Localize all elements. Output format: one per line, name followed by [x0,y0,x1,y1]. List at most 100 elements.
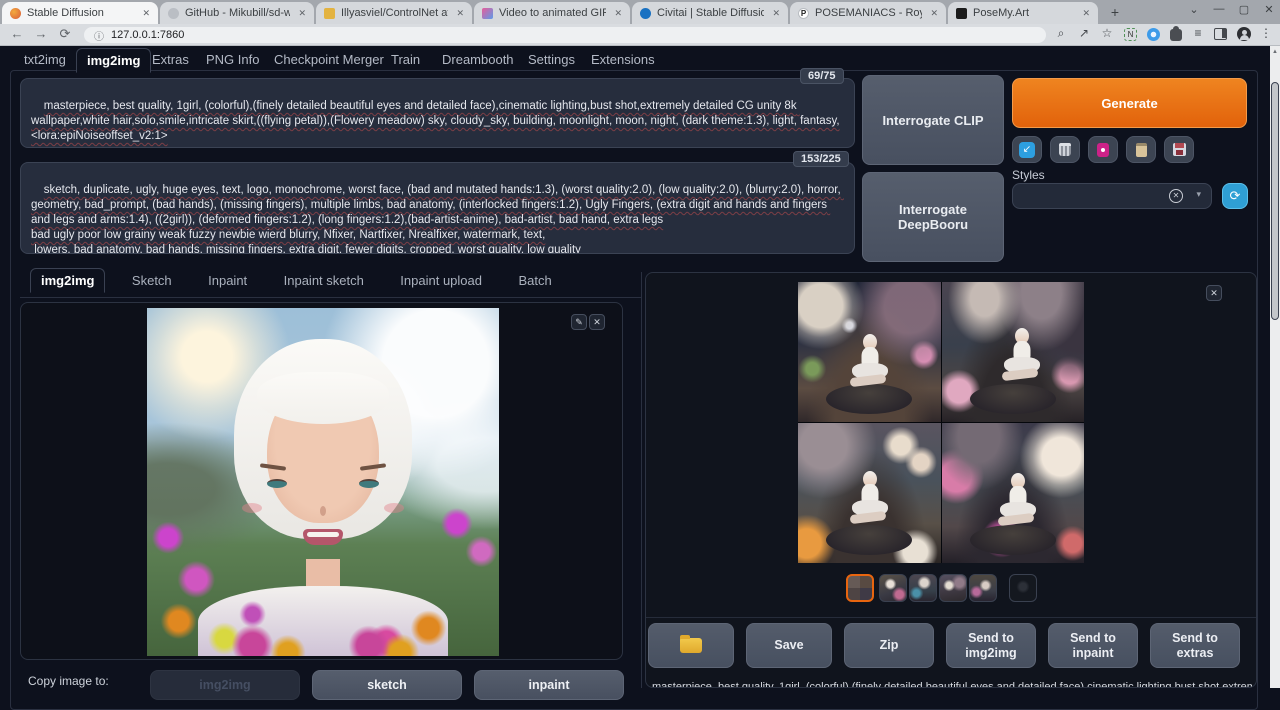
generated-image-1[interactable] [798,282,941,422]
scrollbar-up-icon[interactable]: ▲ [1270,49,1280,55]
save-style-button[interactable] [1164,136,1194,163]
gallery-thumbnail-1-selected[interactable] [846,574,874,602]
close-gallery-icon[interactable]: ✕ [1206,285,1222,301]
bookmark-star-icon[interactable]: ☆ [1098,26,1116,40]
generated-image-3[interactable] [798,423,941,563]
gallery-thumbnail-4[interactable] [939,574,967,602]
edit-image-icon[interactable]: ✎ [571,314,587,330]
negative-prompt-text: sketch, duplicate, ugly, huge eyes, text… [31,184,844,254]
browser-tab-posemaniacs[interactable]: P POSEMANIACS - Royalty free 3 ✕ [790,2,946,24]
save-button[interactable]: Save [746,623,832,668]
browser-tab-controlnet[interactable]: Illyasviel/ControlNet at main ✕ [316,2,472,24]
generated-image-4[interactable] [942,423,1085,563]
dress-flowers [147,308,499,656]
back-icon[interactable]: ← [8,26,26,41]
page-scrollbar[interactable]: ▲ [1270,46,1280,688]
subtab-img2img[interactable]: img2img [30,268,105,293]
new-tab-button[interactable]: + [1106,4,1124,22]
tab-close-icon[interactable]: ✕ [296,8,308,19]
tab-img2img[interactable]: img2img [76,48,151,73]
minimize-icon[interactable]: — [1211,3,1227,15]
scrollbar-thumb[interactable] [1271,82,1279,320]
gallery-thumbnail-2[interactable] [879,574,907,602]
browser-tab-gif-converter[interactable]: Video to animated GIF converter ✕ [474,2,630,24]
tab-dreambooth[interactable]: Dreambooth [432,48,524,71]
tab-png-info[interactable]: PNG Info [196,48,269,71]
tab-txt2img[interactable]: txt2img [14,48,76,71]
gallery-thumbnail-5[interactable] [969,574,997,602]
tab-close-icon[interactable]: ✕ [770,8,782,19]
img2img-image-editor[interactable]: ✎ ✕ [20,302,623,660]
generated-image-2[interactable] [942,282,1085,422]
rock [970,384,1056,414]
tab-settings[interactable]: Settings [518,48,585,71]
refresh-styles-button[interactable]: ⟳ [1222,183,1248,209]
clear-styles-icon[interactable]: ✕ [1169,189,1183,203]
generation-info-text: masterpiece, best quality, 1girl, (color… [652,681,1252,688]
generated-image-grid[interactable] [798,282,1084,563]
profile-avatar[interactable] [1237,27,1251,41]
send-to-inpaint-button[interactable]: Send to inpaint [1048,623,1138,668]
interrogate-deepbooru-button[interactable]: Interrogate DeepBooru [862,172,1004,262]
generate-button[interactable]: Generate [1012,78,1247,128]
tab-search-icon[interactable]: ⌄ [1186,3,1202,16]
tab-extensions[interactable]: Extensions [581,48,665,71]
tab-close-icon[interactable]: ✕ [140,8,152,19]
tab-checkpoint-merger[interactable]: Checkpoint Merger [264,48,394,71]
gallery-thumbnail-6[interactable] [1009,574,1037,602]
browser-chrome: Stable Diffusion ✕ GitHub - Mikubill/sd-… [0,0,1280,46]
reading-list-icon[interactable]: ≡ [1189,26,1207,40]
tab-title: POSEMANIACS - Royalty free 3 [815,7,922,19]
browser-tab-civitai[interactable]: Civitai | Stable Diffusion models ✕ [632,2,788,24]
reload-icon[interactable]: ⟳ [56,26,74,42]
site-info-icon[interactable]: ⓘ [94,28,104,43]
subtab-inpaint-sketch[interactable]: Inpaint sketch [274,269,374,292]
styles-dropdown[interactable]: ✕ ▾ [1012,183,1212,209]
tab-close-icon[interactable]: ✕ [928,8,940,19]
apply-style-button[interactable] [1126,136,1156,163]
send-to-img2img-button[interactable]: Send to img2img [946,623,1036,668]
tab-close-icon[interactable]: ✕ [454,8,466,19]
open-folder-button[interactable] [648,623,734,668]
extension-blue-icon[interactable] [1147,28,1160,41]
subtab-inpaint[interactable]: Inpaint [198,269,257,292]
share-icon[interactable]: ↗ [1075,26,1093,40]
send-to-extras-button[interactable]: Send to extras [1150,623,1240,668]
browser-menu-icon[interactable]: ⋮ [1257,26,1275,40]
browser-tab-stable-diffusion[interactable]: Stable Diffusion ✕ [2,2,158,24]
prompt-textarea[interactable]: masterpiece, best quality, 1girl, (color… [20,78,855,148]
extensions-puzzle-icon[interactable] [1170,29,1182,41]
negative-prompt-textarea[interactable]: sketch, duplicate, ugly, huge eyes, text… [20,162,855,254]
clear-prompt-button[interactable] [1050,136,1080,163]
forward-icon[interactable]: → [32,26,50,41]
window-close-icon[interactable]: ✕ [1261,3,1277,16]
tab-train[interactable]: Train [381,48,430,71]
copy-to-sketch-button[interactable]: sketch [312,670,462,700]
subtab-inpaint-upload[interactable]: Inpaint upload [390,269,492,292]
subtab-batch[interactable]: Batch [508,269,561,292]
side-panel-icon[interactable] [1214,28,1227,40]
browser-tab-github[interactable]: GitHub - Mikubill/sd-webui-con ✕ [160,2,314,24]
copy-to-inpaint-button[interactable]: inpaint [474,670,624,700]
gif-converter-favicon [482,8,493,19]
maximize-icon[interactable]: ▢ [1236,3,1252,16]
address-bar[interactable]: ⓘ 127.0.0.1:7860 [84,27,1046,43]
tab-close-icon[interactable]: ✕ [612,8,624,19]
remove-image-icon[interactable]: ✕ [589,314,605,330]
copy-to-img2img-button[interactable]: img2img [150,670,300,700]
tab-title: Illyasviel/ControlNet at main [341,7,448,19]
tab-close-icon[interactable]: ✕ [1080,8,1092,19]
page-zoom-icon[interactable]: ⌕ [1052,26,1070,41]
browser-tab-posemyart[interactable]: PoseMy.Art ✕ [948,2,1098,24]
copy-image-to-label: Copy image to: [28,674,109,688]
subtab-sketch[interactable]: Sketch [122,269,182,292]
paste-params-button[interactable]: ↙ [1012,136,1042,163]
tab-title: Civitai | Stable Diffusion models [657,7,764,19]
pane-divider [641,272,642,688]
extension-n-icon[interactable]: N [1124,28,1137,41]
interrogate-clip-button[interactable]: Interrogate CLIP [862,75,1004,165]
zip-button[interactable]: Zip [844,623,934,668]
source-image[interactable] [147,308,499,656]
gallery-thumbnail-3[interactable] [909,574,937,602]
extra-networks-button[interactable] [1088,136,1118,163]
